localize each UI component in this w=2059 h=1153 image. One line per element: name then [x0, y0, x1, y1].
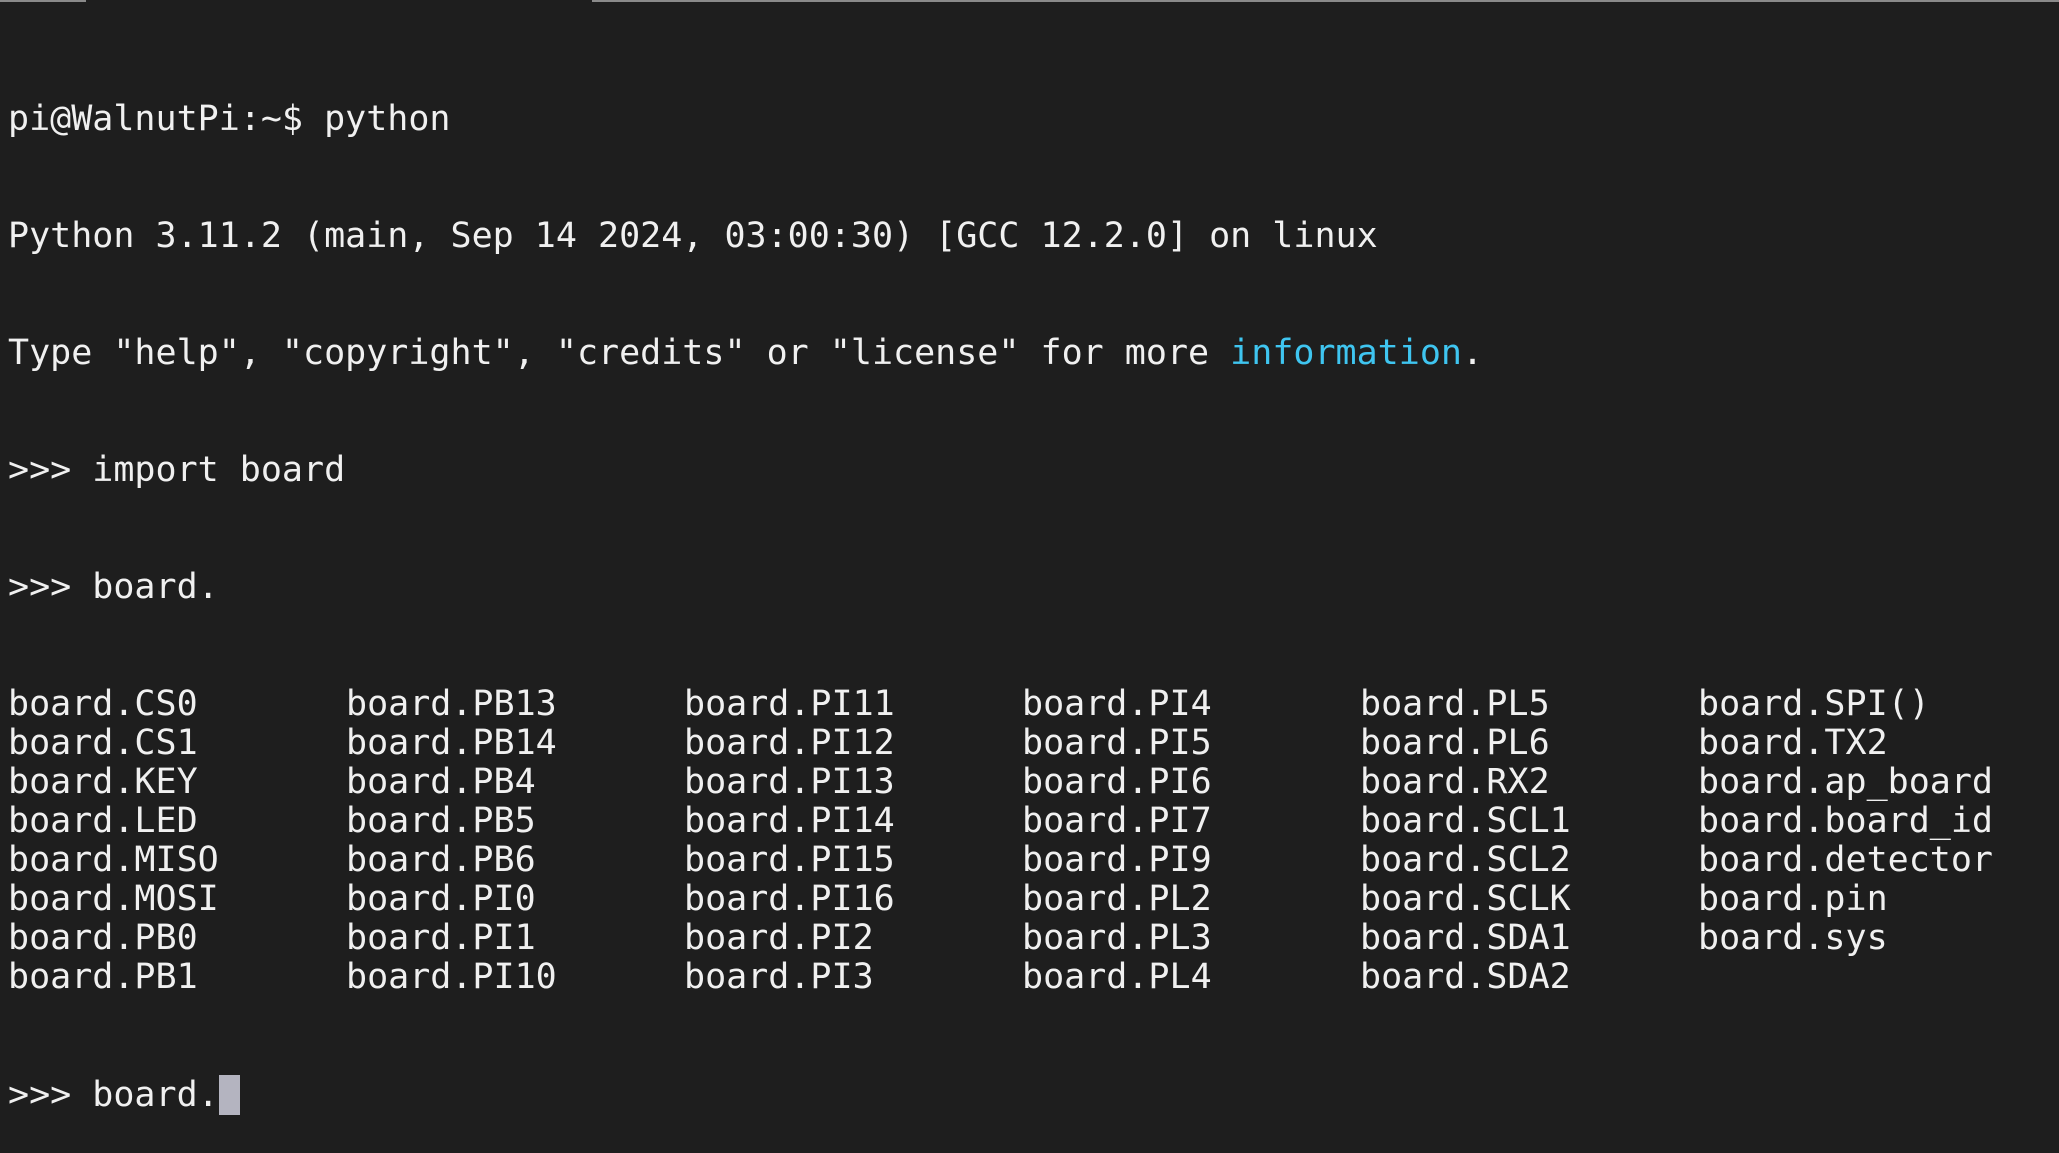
completion-item: board.PI14: [684, 801, 895, 841]
completion-item: board.CS0: [8, 684, 198, 724]
completion-item: board.SCLK: [1360, 879, 1571, 919]
terminal-output[interactable]: pi@WalnutPi:~$ python Python 3.11.2 (mai…: [8, 22, 2036, 1153]
completion-item: board.SCL1: [1360, 801, 1571, 841]
completion-item: board.SCL2: [1360, 840, 1571, 880]
completion-item: board.PB0: [8, 918, 198, 958]
completion-item: board.KEY: [8, 762, 198, 802]
completion-item: board.PI16: [684, 879, 895, 919]
completion-item: board.sys: [1698, 918, 1888, 958]
completion-item: board.PB6: [346, 840, 536, 880]
completion-item: board.pin: [1698, 879, 1888, 919]
completion-item: [1698, 958, 2036, 997]
completion-item: board.PL4: [1022, 957, 1212, 997]
window-edge: [592, 0, 2059, 2]
completion-item: board.PI4: [1022, 684, 1212, 724]
completion-item: board.detector: [1698, 840, 1994, 880]
python-hint: Type "help", "copyright", "credits" or "…: [8, 334, 2036, 373]
completion-item: board.PI12: [684, 723, 895, 763]
completion-item: board.PB14: [346, 723, 557, 763]
completion-item: board.PL3: [1022, 918, 1212, 958]
completion-item: board.PI1: [346, 918, 536, 958]
completion-item: board.PI2: [684, 918, 874, 958]
completion-item: board.PI0: [346, 879, 536, 919]
completion-item: board.ap_board: [1698, 762, 1994, 802]
completion-item: board.PI10: [346, 957, 557, 997]
completion-item: board.PL2: [1022, 879, 1212, 919]
completion-input-line: >>> board.: [8, 567, 219, 607]
python-banner: Python 3.11.2 (main, Sep 14 2024, 03:00:…: [8, 216, 1378, 256]
completion-item: board.SPI(): [1698, 684, 1930, 724]
completion-item: board.board_id: [1698, 801, 1994, 841]
completion-item: board.PI7: [1022, 801, 1212, 841]
completion-item: board.SDA2: [1360, 957, 1571, 997]
completion-item: board.SDA1: [1360, 918, 1571, 958]
completion-item: board.MOSI: [8, 879, 219, 919]
completion-item: board.PB4: [346, 762, 536, 802]
completion-item: board.PI3: [684, 957, 874, 997]
completion-item: board.PL6: [1360, 723, 1550, 763]
completion-item: board.LED: [8, 801, 198, 841]
current-input-line[interactable]: >>> board.: [8, 1075, 2036, 1115]
completion-item: board.PI15: [684, 840, 895, 880]
completion-list: board.CS0 board.PB13 board.PI11 board.PI4 bo…: [8, 685, 2036, 997]
completion-item: board.PL5: [1360, 684, 1550, 724]
hint-suffix: .: [1461, 333, 1484, 373]
completion-item: board.PB1: [8, 957, 198, 997]
import-line: >>> import board: [8, 450, 346, 490]
completion-item: board.PI11: [684, 684, 895, 724]
completion-item: board.PI13: [684, 762, 895, 802]
completion-item: board.PI9: [1022, 840, 1212, 880]
information-link[interactable]: information: [1230, 333, 1462, 373]
completion-item: board.PI5: [1022, 723, 1212, 763]
completion-item: board.PB5: [346, 801, 536, 841]
current-input: >>> board.: [8, 1075, 219, 1115]
completion-item: board.RX2: [1360, 762, 1550, 802]
completion-item: board.TX2: [1698, 723, 1888, 763]
shell-prompt-line: pi@WalnutPi:~$ python: [8, 99, 451, 139]
completion-item: board.PB13: [346, 684, 557, 724]
completion-item: board.MISO: [8, 840, 219, 880]
hint-text: Type "help", "copyright", "credits" or "…: [8, 333, 1231, 373]
window-edge: [0, 0, 86, 2]
text-cursor: [218, 1075, 240, 1115]
completion-item: board.CS1: [8, 723, 198, 763]
completion-item: board.PI6: [1022, 762, 1212, 802]
